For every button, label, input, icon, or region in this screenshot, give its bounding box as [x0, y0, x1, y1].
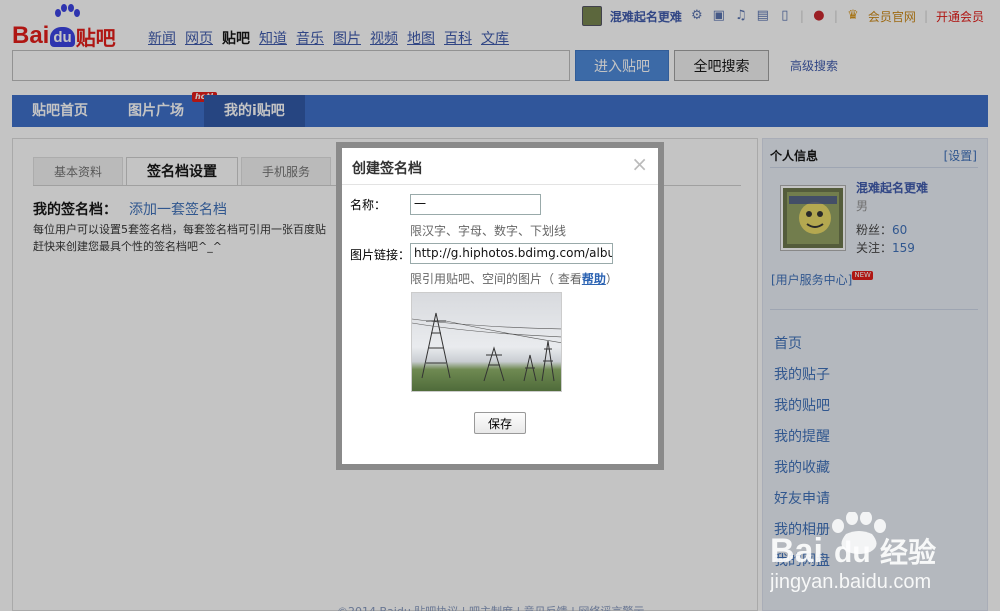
- watermark-url: jingyan.baidu.com: [770, 571, 931, 593]
- dialog-divider: [342, 184, 658, 185]
- image-link-hint-end: ）: [605, 272, 618, 286]
- image-link-label: 图片链接：: [350, 248, 411, 262]
- watermark-du: du: [834, 536, 871, 569]
- image-link-hint-text: 限引用贴吧、空间的图片（ 查看: [410, 272, 582, 286]
- name-input[interactable]: 一: [410, 194, 541, 215]
- name-label: 名称：: [350, 198, 387, 212]
- help-link[interactable]: 帮助: [582, 272, 606, 286]
- close-icon[interactable]: ×: [631, 154, 648, 174]
- dialog-title: 创建签名档: [352, 161, 422, 177]
- pylon-photo: [412, 312, 561, 382]
- name-hint: 限汉字、字母、数字、下划线: [410, 224, 567, 238]
- signature-image-preview: [411, 292, 562, 392]
- image-link-input[interactable]: http://g.hiphotos.bdimg.com/album/s: [410, 243, 613, 264]
- watermark-brand: Bai: [770, 532, 823, 570]
- save-button[interactable]: 保存: [474, 412, 526, 434]
- watermark-jy: 经验: [880, 536, 936, 569]
- image-link-hint: 限引用贴吧、空间的图片（ 查看帮助）: [410, 270, 618, 287]
- baidu-jingyan-watermark: Bai du 经验 jingyan.baidu.com: [769, 511, 980, 602]
- create-signature-dialog: 创建签名档 × 名称： 一 限汉字、字母、数字、下划线 图片链接： http:/…: [342, 148, 658, 464]
- watermark-graphic: Bai du 经验 jingyan.baidu.com: [769, 511, 936, 593]
